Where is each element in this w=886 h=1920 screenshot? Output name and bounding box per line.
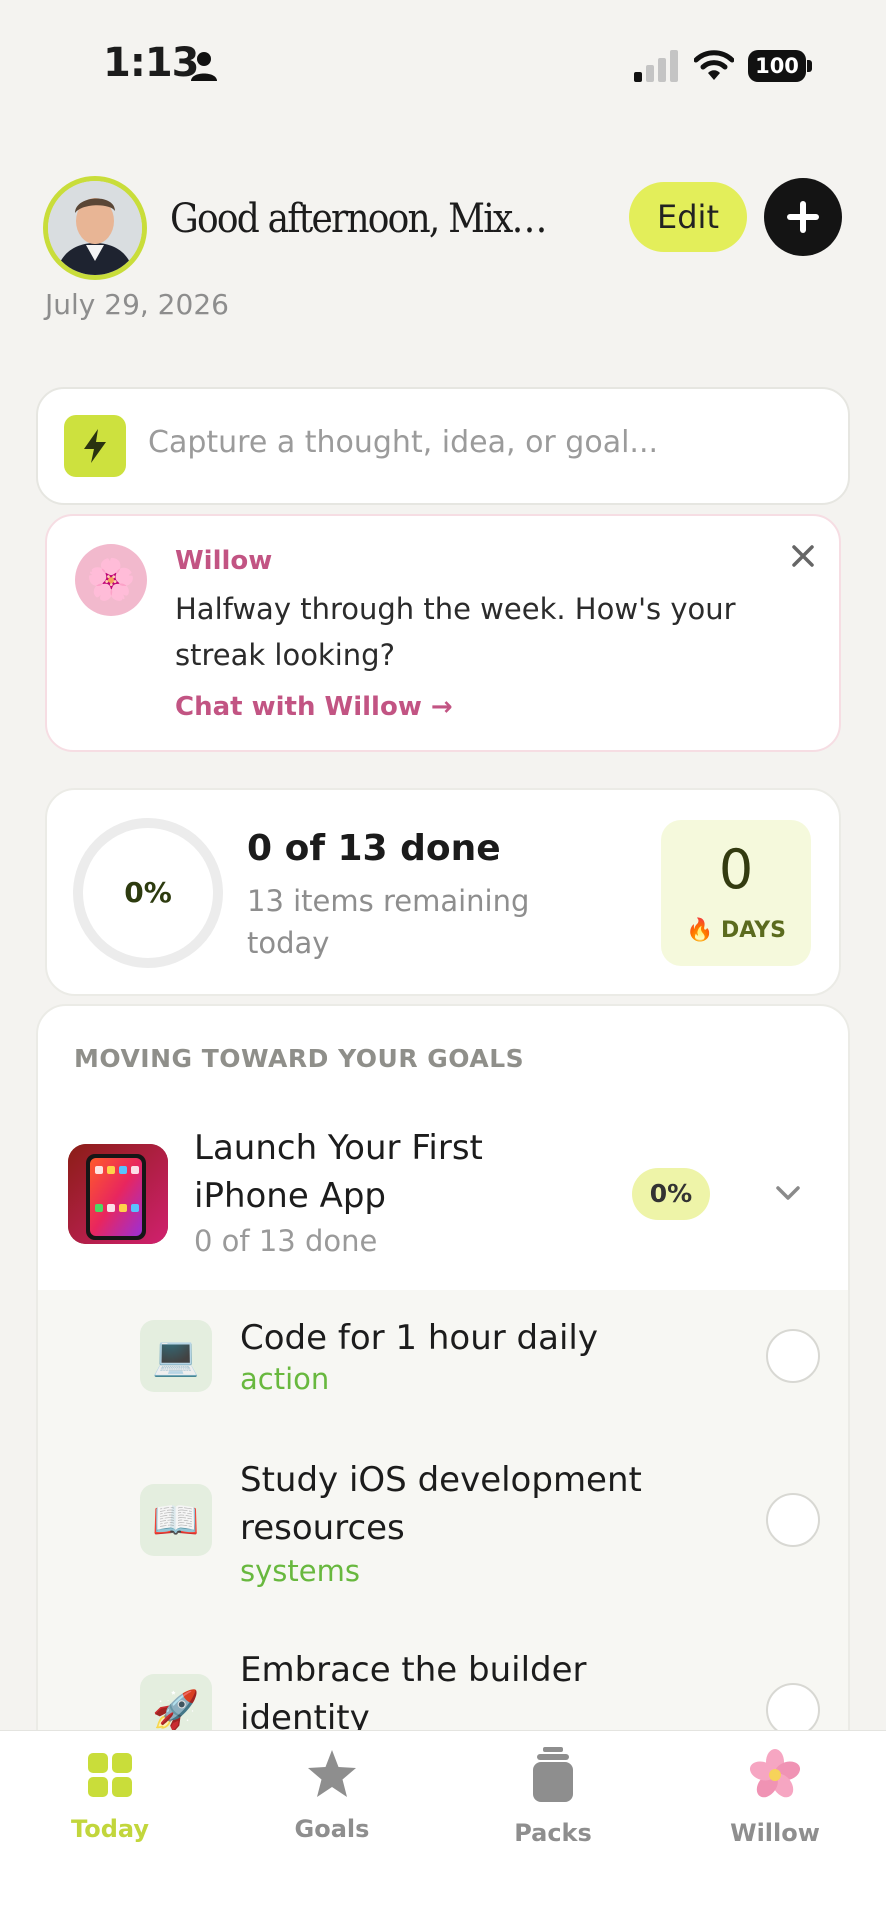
battery-indicator: 100 (748, 50, 812, 82)
willow-message-card: 🌸 Willow Halfway through the week. How's… (45, 514, 841, 752)
blossom-icon (749, 1749, 801, 1798)
chevron-down-icon[interactable] (774, 1182, 802, 1204)
willow-avatar-icon: 🌸 (75, 544, 147, 616)
goal-title[interactable]: Launch Your First iPhone App (194, 1124, 554, 1220)
laptop-icon: 💻 (140, 1320, 212, 1392)
willow-name: Willow (175, 546, 273, 576)
book-icon: 📖 (140, 1484, 212, 1556)
tab-goals[interactable]: Goals (262, 1747, 402, 1857)
daily-progress-card: 0% 0 of 13 done 13 items remaining today… (45, 788, 841, 996)
tab-label: Goals (294, 1815, 370, 1843)
grid-icon (88, 1753, 132, 1797)
status-time: 1:13 (103, 40, 199, 86)
goal-percent-badge: 0% (632, 1168, 710, 1220)
section-heading: MOVING TOWARD YOUR GOALS (74, 1044, 525, 1073)
close-icon[interactable] (789, 542, 817, 570)
progress-percent: 0% (124, 876, 172, 909)
edit-button[interactable]: Edit (629, 182, 747, 252)
packs-icon (533, 1747, 573, 1802)
tab-today[interactable]: Today (40, 1747, 180, 1857)
add-button[interactable] (764, 178, 842, 256)
tab-label: Willow (730, 1819, 820, 1847)
chat-with-willow-link[interactable]: Chat with Willow → (175, 692, 453, 722)
bolt-icon (64, 415, 126, 477)
task-tag: action (240, 1362, 330, 1396)
status-bar: 1:13 100 (0, 0, 886, 130)
willow-message: Halfway through the week. How's your str… (175, 592, 736, 672)
task-tag: systems (240, 1554, 360, 1588)
cellular-signal-icon (634, 50, 678, 82)
streak-days-label: 🔥 DAYS (685, 918, 786, 943)
task-checkbox[interactable] (766, 1493, 820, 1547)
current-date: July 29, 2026 (45, 288, 229, 321)
battery-level: 100 (748, 50, 806, 82)
wifi-icon (694, 50, 734, 80)
streak-count: 0 (718, 838, 754, 901)
star-icon (308, 1750, 356, 1797)
task-title: Study iOS development resources (240, 1460, 642, 1548)
done-count: 0 of 13 done (247, 828, 501, 869)
tab-label: Today (71, 1815, 149, 1843)
tab-label: Packs (514, 1819, 592, 1847)
task-checkbox[interactable] (766, 1683, 820, 1737)
streak-counter: 0 🔥 DAYS (661, 820, 811, 966)
avatar-photo (48, 181, 142, 275)
avatar[interactable] (43, 176, 147, 280)
capture-input[interactable] (148, 425, 828, 460)
tab-packs[interactable]: Packs (483, 1747, 623, 1857)
goal-progress-text: 0 of 13 done (194, 1224, 378, 1258)
plus-icon (787, 201, 819, 233)
items-remaining: 13 items remaining today (247, 884, 530, 960)
capture-card[interactable] (36, 387, 850, 505)
person-icon (191, 52, 217, 81)
tab-bar: Today Goals Packs Willow (0, 1730, 886, 1920)
task-title: Embrace the builder identity (240, 1650, 587, 1738)
greeting-title: Good afternoon, Mixdow... (170, 196, 566, 242)
task-checkbox[interactable] (766, 1329, 820, 1383)
task-title: Code for 1 hour daily (240, 1318, 598, 1358)
goal-app-thumbnail (68, 1144, 168, 1244)
tab-willow[interactable]: Willow (705, 1747, 845, 1857)
